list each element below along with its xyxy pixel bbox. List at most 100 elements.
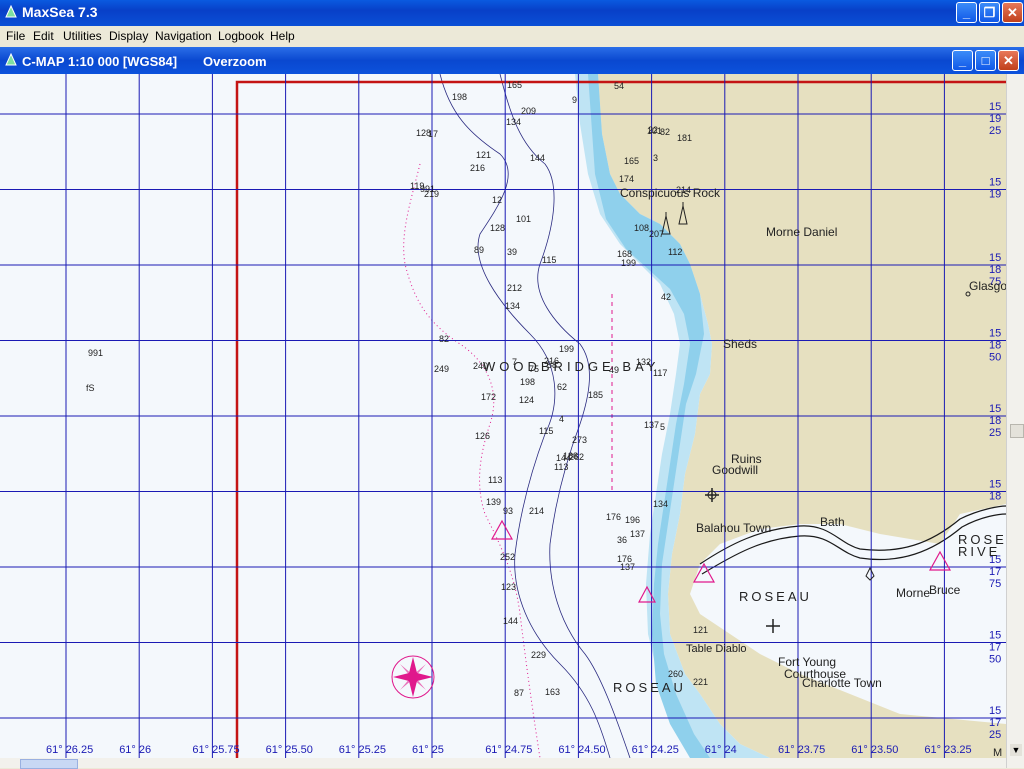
menubar: File Edit Utilities Display Navigation L…: [0, 26, 1024, 46]
depth-sounding: 134: [653, 499, 668, 509]
depth-sounding: 93: [503, 506, 513, 516]
depth-sounding: 113: [488, 475, 502, 485]
chart-close-button[interactable]: ✕: [998, 50, 1019, 71]
latitude-label: 75: [989, 578, 1001, 590]
longitude-label: 61° 26.25: [46, 744, 93, 756]
menu-display[interactable]: Display: [109, 29, 148, 43]
window-title: MaxSea 7.3: [22, 4, 98, 20]
minimize-button[interactable]: _: [956, 2, 977, 23]
depth-sounding: 101: [516, 214, 531, 224]
scroll-down-icon[interactable]: ▼: [1010, 744, 1022, 756]
latitude-label: 18: [989, 340, 1001, 352]
label-table-diablo: Table Diablo: [686, 643, 747, 655]
latitude-label: 25: [989, 729, 1001, 741]
depth-sounding: 112: [668, 247, 682, 257]
label-woodbridge-bay: WOODBRIDGE BAY: [483, 359, 659, 374]
longitude-label: 61° 24.75: [485, 744, 532, 756]
depth-sounding: 199: [559, 344, 574, 354]
depth-sounding: 115: [542, 255, 556, 265]
chart-minimize-button[interactable]: _: [952, 50, 973, 71]
depth-sounding: 123: [501, 582, 516, 592]
depth-sounding: 181: [677, 133, 692, 143]
horizontal-scrollbar[interactable]: [0, 758, 1006, 769]
nautical-chart[interactable]: 61° 26.25 61° 26 61° 25.75 61° 25.50 61° 25.…: [0, 74, 1024, 768]
depth-sounding: 134: [505, 301, 520, 311]
vertical-scroll-thumb[interactable]: [1010, 424, 1024, 438]
depth-sounding: 82: [439, 334, 449, 344]
longitude-label: 61° 25.50: [266, 744, 313, 756]
vertical-scrollbar[interactable]: ▼: [1006, 74, 1024, 768]
label-roseau-town: ROSEAU: [739, 589, 812, 604]
latitude-label: 18: [989, 415, 1001, 427]
longitude-label: 61° 23.25: [924, 744, 971, 756]
label-charlotte-town: Charlotte Town: [802, 676, 882, 690]
depth-sounding: 198: [520, 377, 535, 387]
label-m: M: [993, 747, 1002, 758]
depth-sounding: 89: [474, 245, 484, 255]
latitude-label: 19: [989, 113, 1001, 125]
depth-sounding: 163: [545, 687, 560, 697]
depth-sounding: 108: [634, 223, 649, 233]
depth-sounding: 54: [614, 81, 624, 91]
depth-sounding: 39: [507, 247, 517, 257]
depth-sounding: 144: [503, 616, 518, 626]
depth-sounding: 249: [434, 364, 449, 374]
depth-sounding: 62: [557, 382, 567, 392]
depth-sounding: 17: [428, 129, 438, 139]
depth-sounding: 176: [606, 512, 621, 522]
latitude-label: 15: [989, 252, 1001, 264]
depth-sounding: 113: [554, 462, 568, 472]
menu-edit[interactable]: Edit: [33, 29, 54, 43]
depth-sounding: 229: [531, 650, 546, 660]
depth-sounding: 221: [693, 677, 708, 687]
label-roseau-bay: ROSEAU: [613, 680, 686, 695]
depth-sounding: 165: [507, 80, 522, 90]
depth-sounding: 82: [660, 127, 670, 137]
depth-sounding: 126: [475, 431, 490, 441]
window-titlebar: MaxSea 7.3 _ ❐ ✕: [0, 0, 1024, 26]
label-river: RIVE: [958, 544, 1000, 559]
menu-file[interactable]: File: [6, 29, 25, 43]
depth-sounding: 36: [617, 535, 627, 545]
depth-sounding: 216: [470, 163, 485, 173]
chart-maximize-button[interactable]: □: [975, 50, 996, 71]
longitude-label: 61° 24: [705, 744, 737, 756]
menu-utilities[interactable]: Utilities: [63, 29, 102, 43]
latitude-label: 17: [989, 566, 1001, 578]
close-button[interactable]: ✕: [1002, 2, 1023, 23]
menu-help[interactable]: Help: [270, 29, 295, 43]
zoom-mode: Overzoom: [203, 54, 267, 69]
label-glasgow: Glasgo: [969, 279, 1006, 293]
latitude-label: 15: [989, 630, 1001, 642]
restricted-area-line: [403, 163, 541, 759]
longitude-label: 61° 26: [119, 744, 151, 756]
menu-navigation[interactable]: Navigation: [155, 29, 212, 43]
chart-canvas[interactable]: 61° 26.25 61° 26 61° 25.75 61° 25.50 61° 25.…: [0, 74, 1007, 759]
depth-sounding: 4: [559, 414, 564, 424]
latitude-label: 15: [989, 705, 1001, 717]
depth-sounding: 5: [660, 422, 665, 432]
depth-sounding: 3: [653, 153, 658, 163]
label-morne-daniel: Morne Daniel: [766, 225, 837, 239]
depth-sounding: 273: [572, 435, 587, 445]
longitude-label: 61° 24.50: [558, 744, 605, 756]
latitude-label: 15: [989, 328, 1001, 340]
latitude-label: 17: [989, 717, 1001, 729]
latitude-label: 25: [989, 125, 1001, 137]
depth-sounding: 209: [521, 106, 536, 116]
buoy-triangle-icon: [490, 519, 514, 540]
depth-sounding: 119: [410, 181, 424, 191]
longitude-label: 61° 24.25: [632, 744, 679, 756]
menu-logbook[interactable]: Logbook: [218, 29, 264, 43]
latitude-label: 18: [989, 491, 1001, 503]
longitude-label: 61° 23.50: [851, 744, 898, 756]
depth-sounding: 185: [588, 390, 603, 400]
chart-window-titlebar: C-MAP 1:10 000 [WGS84] Overzoom _ □ ✕: [0, 47, 1024, 74]
restore-button[interactable]: ❐: [979, 2, 1000, 23]
longitude-label: 61° 25: [412, 744, 444, 756]
depth-sounding: 139: [486, 497, 501, 507]
buoy-icon: [865, 566, 875, 581]
latitude-label: 25: [989, 427, 1001, 439]
label-fs: fS: [86, 383, 95, 393]
depth-sounding: 198: [452, 92, 467, 102]
